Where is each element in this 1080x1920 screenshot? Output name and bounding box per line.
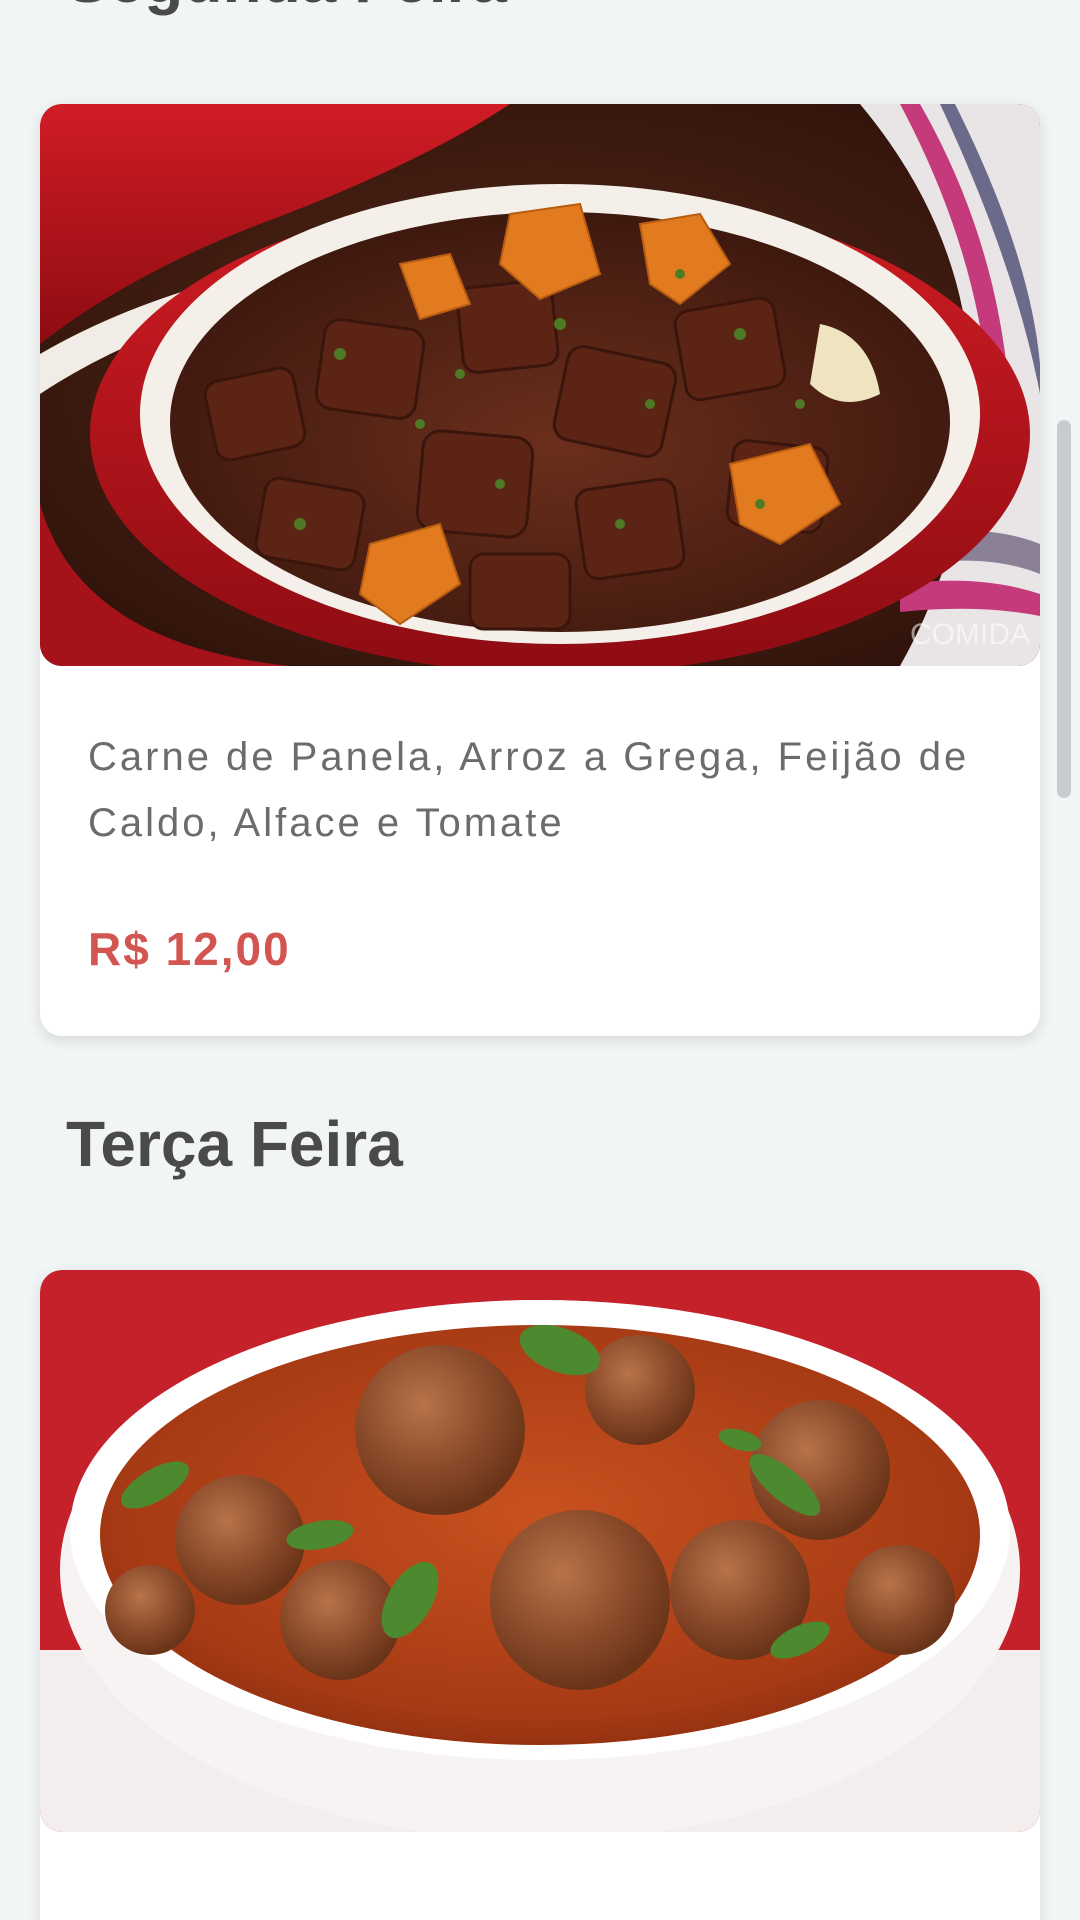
dish-image: [40, 1270, 1040, 1832]
scrollbar[interactable]: [1057, 420, 1071, 798]
svg-text:COMIDA: COMIDA: [910, 618, 1030, 651]
dish-price: R$ 12,00: [88, 923, 291, 975]
beef-stew-photo-icon: COMIDA: [40, 104, 1040, 666]
meatballs-photo-icon: [40, 1270, 1040, 1832]
day-heading-partial: Segunda Feira: [66, 0, 507, 12]
dish-description: Carne de Panela, Arroz a Grega, Feijão d…: [88, 735, 970, 845]
dish-card[interactable]: [40, 1270, 1040, 1920]
day-heading: Terça Feira: [66, 1108, 403, 1180]
dish-card[interactable]: COMIDA Carne de Panela, Arroz a Grega, F…: [40, 104, 1040, 1036]
dish-image: COMIDA: [40, 104, 1040, 666]
menu-page: Segunda Feira: [0, 0, 1080, 1920]
